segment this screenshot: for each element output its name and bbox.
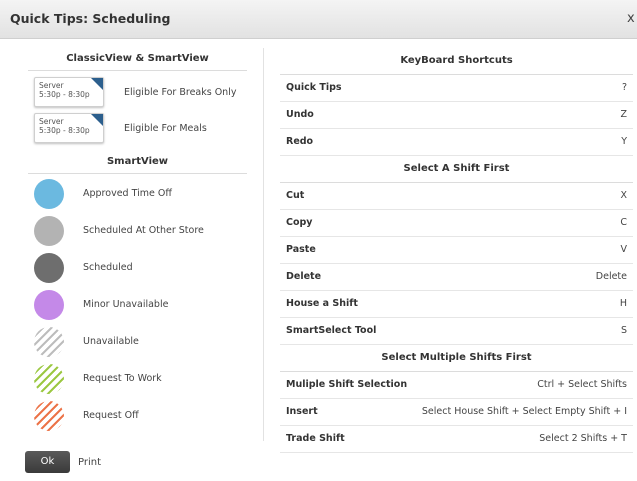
- shortcut-name: Quick Tips: [286, 82, 342, 93]
- legend-swatch-icon: [34, 179, 64, 209]
- classic-view-heading: ClassicView & SmartView: [28, 48, 247, 71]
- section-heading-select-shift: Select A Shift First: [280, 156, 633, 183]
- column-divider: [263, 48, 264, 441]
- shortcut-name: Insert: [286, 406, 318, 417]
- shift-card: Server 5:30p - 8:30p: [34, 113, 104, 143]
- legend-swatch-icon: [34, 364, 64, 394]
- legend-swatch-icon: [34, 401, 64, 431]
- shift-card-time: 5:30p - 8:30p: [39, 126, 90, 135]
- shortcut-name: House a Shift: [286, 298, 358, 309]
- legend-item-scheduled-other-store: Scheduled At Other Store: [28, 213, 247, 250]
- shift-example-label: Eligible For Meals: [124, 123, 207, 134]
- shortcut-row-multiple-selection: Muliple Shift Selection Ctrl + Select Shi…: [280, 372, 633, 399]
- shortcut-name: Redo: [286, 136, 314, 147]
- legend-swatch-icon: [34, 290, 64, 320]
- legend-label: Approved Time Off: [83, 188, 172, 199]
- section-heading-keyboard-shortcuts: KeyBoard Shortcuts: [280, 48, 633, 75]
- shortcut-name: Cut: [286, 190, 305, 201]
- shortcut-key: Ctrl + Select Shifts: [537, 379, 627, 390]
- shortcut-row-undo: Undo Z: [280, 102, 633, 129]
- legend-item-minor-unavailable: Minor Unavailable: [28, 287, 247, 324]
- corner-flag-icon: [91, 114, 103, 126]
- shift-example-label: Eligible For Breaks Only: [124, 87, 237, 98]
- shortcut-key: V: [620, 244, 628, 255]
- shortcut-key: X: [620, 190, 627, 201]
- shortcut-row-insert: Insert Select House Shift + Select Empty …: [280, 399, 633, 426]
- close-icon[interactable]: x: [627, 11, 637, 26]
- corner-flag-icon: [91, 78, 103, 90]
- shortcut-name: Undo: [286, 109, 314, 120]
- legend-label: Minor Unavailable: [83, 299, 169, 310]
- legend-item-approved-time-off: Approved Time Off: [28, 176, 247, 213]
- shift-card-time: 5:30p - 8:30p: [39, 90, 90, 99]
- shortcut-key: S: [620, 325, 627, 336]
- shortcut-name: Delete: [286, 271, 322, 282]
- shortcut-row-cut: Cut X: [280, 183, 633, 210]
- shortcuts-panel: KeyBoard Shortcuts Quick Tips? Undo Z Red…: [280, 48, 633, 453]
- shift-card: Server 5:30p - 8:30p: [34, 77, 104, 107]
- shortcut-key: Z: [620, 109, 627, 120]
- dialog-title: Quick Tips: Scheduling: [10, 11, 171, 26]
- quick-tips-dialog: Quick Tips: Scheduling x ClassicView & S…: [0, 0, 637, 481]
- legend-label: Request To Work: [83, 373, 162, 384]
- dialog-titlebar: Quick Tips: Scheduling x: [0, 0, 637, 39]
- legend-swatch-icon: [34, 253, 64, 283]
- legend-swatch-icon: [34, 216, 64, 246]
- shortcut-key: Delete: [595, 271, 627, 282]
- legend-label: Unavailable: [83, 336, 139, 347]
- legend-item-request-to-work: Request To Work: [28, 361, 247, 398]
- dialog-footer: Ok Print: [0, 448, 637, 481]
- shortcut-key: Y: [621, 136, 627, 147]
- shortcut-row-delete: Delete Delete: [280, 264, 633, 291]
- shortcut-name: Paste: [286, 244, 316, 255]
- shortcut-row-redo: Redo Y: [280, 129, 633, 156]
- shortcut-row-house-shift: House a Shift H: [280, 291, 633, 318]
- shortcut-key: ?: [621, 82, 627, 93]
- shortcut-key: Select House Shift + Select Empty Shift …: [421, 406, 627, 417]
- shortcut-key: C: [620, 217, 627, 228]
- legend-item-request-off: Request Off: [28, 398, 247, 435]
- legend-label: Request Off: [83, 410, 139, 421]
- shortcut-row-paste: Paste V: [280, 237, 633, 264]
- shortcut-row-smartselect: SmartSelect Tool S: [280, 318, 633, 345]
- shortcut-row-copy: Copy C: [280, 210, 633, 237]
- ok-button[interactable]: Ok: [25, 451, 70, 473]
- shortcut-key: H: [619, 298, 627, 309]
- section-heading-select-multiple: Select Multiple Shifts First: [280, 345, 633, 372]
- legend-item-unavailable: Unavailable: [28, 324, 247, 361]
- shortcut-row-quick-tips: Quick Tips?: [280, 75, 633, 102]
- legend-list: Approved Time Off Scheduled At Other Sto…: [28, 174, 247, 435]
- legend-label: Scheduled: [83, 262, 133, 273]
- smartview-heading: SmartView: [28, 151, 247, 174]
- legend-label: Scheduled At Other Store: [83, 225, 204, 236]
- shift-example-breaks: Server 5:30p - 8:30p Eligible For Breaks…: [28, 75, 247, 115]
- legend-item-scheduled: Scheduled: [28, 250, 247, 287]
- shortcut-name: Copy: [286, 217, 313, 228]
- legend-swatch-icon: [34, 327, 64, 357]
- legend-panel: ClassicView & SmartView Server 5:30p - 8…: [28, 48, 247, 435]
- print-link[interactable]: Print: [78, 457, 101, 468]
- shortcut-name: Muliple Shift Selection: [286, 379, 408, 390]
- shortcut-name: SmartSelect Tool: [286, 325, 377, 336]
- shift-example-meals: Server 5:30p - 8:30p Eligible For Meals: [28, 111, 247, 151]
